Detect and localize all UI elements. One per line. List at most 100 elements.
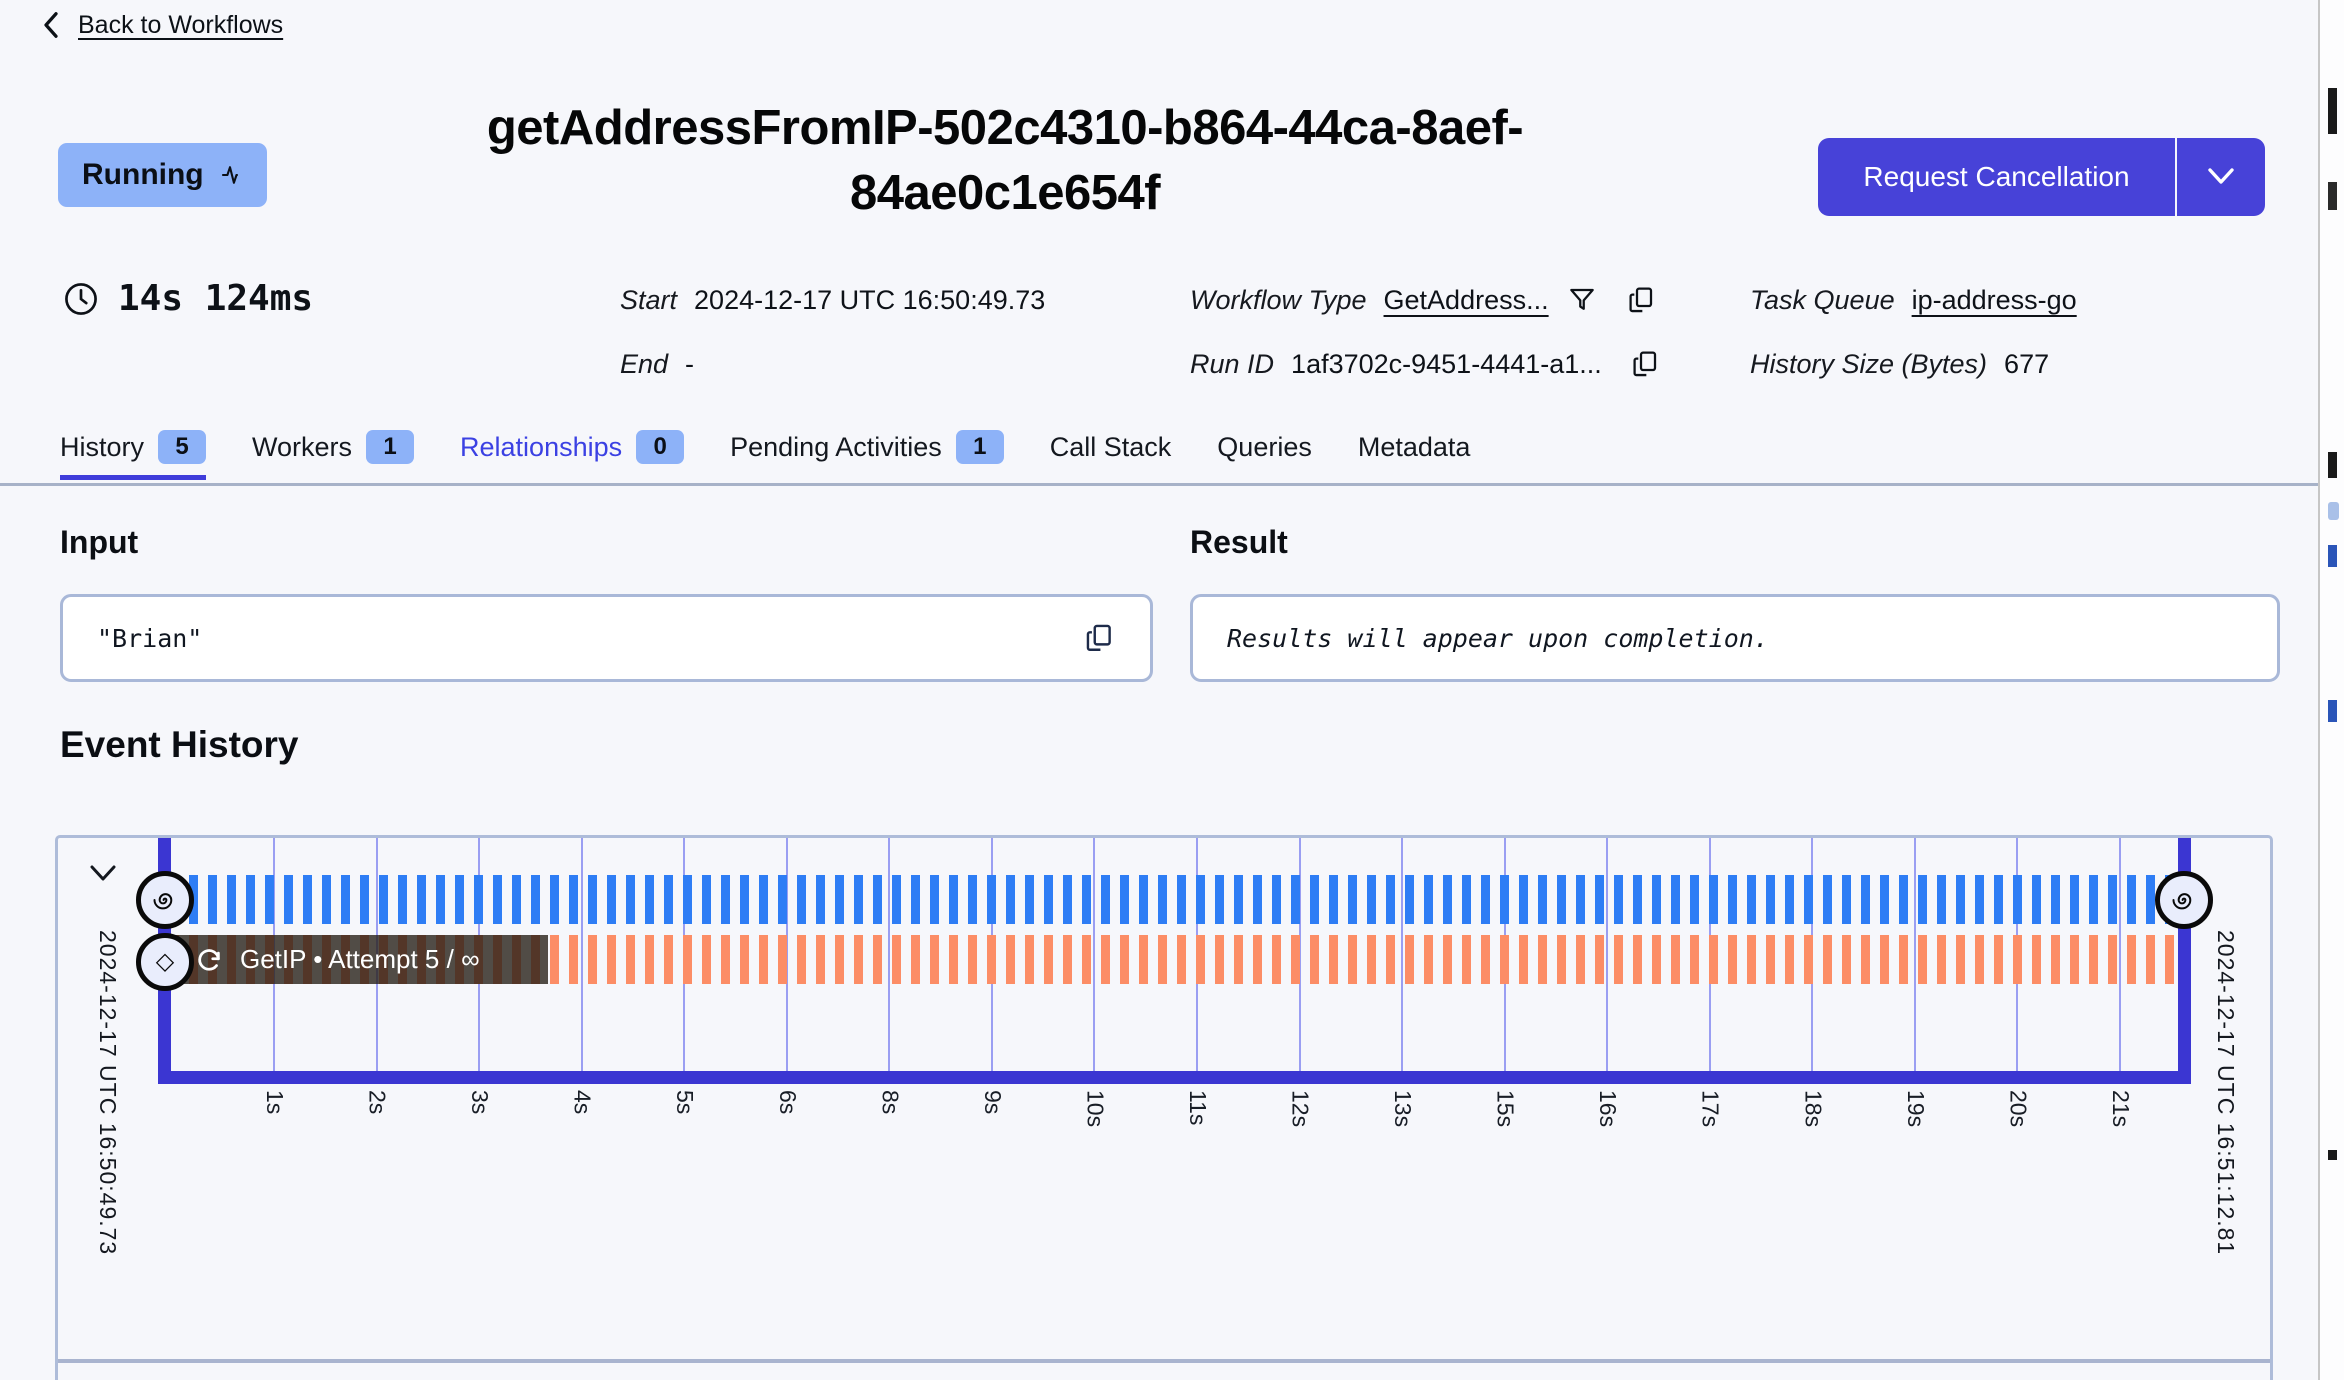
activity-label-text: GetIP • Attempt 5 / ∞: [240, 944, 480, 974]
input-value: "Brian": [97, 623, 203, 653]
axis-tick-label: 13s: [1390, 1090, 1417, 1128]
diamond-icon: ◇: [155, 948, 175, 975]
tab-count-badge: 0: [636, 430, 685, 464]
back-to-workflows-link[interactable]: Back to Workflows: [38, 10, 283, 40]
chevron-down-icon: [2204, 166, 2238, 188]
workflow-end-node[interactable]: [2155, 871, 2213, 929]
timeline-start-timestamp: 2024-12-17 UTC 16:50:49.73: [95, 930, 121, 1256]
task-queue-link[interactable]: ip-address-go: [1912, 285, 2077, 316]
axis-tick-label: 6s: [774, 1090, 801, 1115]
copy-icon[interactable]: [1082, 620, 1116, 656]
clipped-content-fragment: [2328, 182, 2337, 210]
run-id-row: Run ID 1af3702c-9451-4441-a1...: [1190, 342, 1661, 386]
chevron-down-icon[interactable]: [84, 860, 122, 888]
event-history-timeline: 1s 2s 3s 4s 5s 6s 8s 9s 10s 11s 12s 13s 15s 16s 17s 18s…: [55, 835, 2273, 1380]
workflow-type-row: Workflow Type GetAddress...: [1190, 278, 1657, 322]
axis-tick-label: 18s: [1800, 1090, 1827, 1128]
page-title: getAddressFromIP-502c4310-b864-44ca-8aef…: [335, 96, 1675, 226]
tab-pending-activities[interactable]: Pending Activities 1: [730, 430, 1004, 480]
clipped-content-fragment: [2328, 452, 2337, 478]
start-time-row: Start 2024-12-17 UTC 16:50:49.73: [620, 278, 1045, 322]
axis-tick-label: 16s: [1595, 1090, 1622, 1128]
workflow-start-node[interactable]: [136, 871, 194, 929]
axis-tick-label: 2s: [364, 1090, 391, 1115]
tab-metadata[interactable]: Metadata: [1358, 432, 1471, 479]
input-box: "Brian": [60, 594, 1153, 682]
axis-tick-label: 20s: [2005, 1090, 2032, 1128]
axis-tick-label: 15s: [1492, 1090, 1519, 1128]
copy-icon[interactable]: [1629, 347, 1661, 381]
tab-label: History: [60, 431, 145, 462]
back-link-label: Back to Workflows: [78, 10, 284, 39]
tab-relationships[interactable]: Relationships 0: [460, 430, 685, 480]
duration-value: 14s 124ms: [118, 278, 314, 319]
workflow-type-link[interactable]: GetAddress...: [1384, 285, 1549, 316]
heartbeat-icon: [217, 160, 243, 190]
filter-icon[interactable]: [1566, 283, 1598, 317]
chevron-left-icon: [38, 10, 64, 40]
tab-label: Relationships: [460, 431, 623, 462]
task-queue-label: Task Queue: [1750, 284, 1895, 315]
end-time-row: End -: [620, 342, 694, 386]
result-box: Results will appear upon completion.: [1190, 594, 2280, 682]
result-placeholder: Results will appear upon completion.: [1227, 623, 1769, 653]
run-id-value: 1af3702c-9451-4441-a1...: [1291, 348, 1602, 379]
axis-tick-label: 12s: [1287, 1090, 1314, 1128]
tab-count-badge: 1: [955, 430, 1004, 464]
tab-label: Queries: [1217, 431, 1312, 462]
result-heading: Result: [1190, 524, 1288, 560]
request-cancellation-label[interactable]: Request Cancellation: [1818, 138, 2175, 216]
tab-label: Workers: [252, 431, 353, 462]
history-size-label: History Size (Bytes): [1750, 348, 1988, 379]
axis-tick-label: 10s: [1082, 1090, 1109, 1128]
task-queue-row: Task Queue ip-address-go: [1750, 278, 2077, 322]
timeline-footer-separator: [58, 1359, 2270, 1363]
timeline-end-timestamp: 2024-12-17 UTC 16:51:12.81: [2213, 930, 2239, 1256]
activity-label-chip[interactable]: GetIP • Attempt 5 / ∞: [170, 935, 548, 984]
axis-tick-label: 17s: [1697, 1090, 1724, 1128]
axis-tick-label: 19s: [1902, 1090, 1929, 1128]
axis-tick-label: 8s: [877, 1090, 904, 1115]
retry-icon: [194, 945, 224, 975]
status-badge[interactable]: Running: [58, 143, 267, 207]
tab-call-stack[interactable]: Call Stack: [1050, 432, 1172, 479]
tab-history[interactable]: History 5: [60, 430, 207, 480]
tab-label: Call Stack: [1049, 431, 1172, 462]
event-history-heading: Event History: [60, 724, 299, 765]
tab-queries[interactable]: Queries: [1217, 432, 1312, 479]
workflow-detail-page: { "header": { "back_link": "Back to Work…: [0, 0, 2344, 1380]
axis-tick-label: 11s: [1184, 1090, 1211, 1126]
axis-tick-label: 1s: [262, 1090, 288, 1115]
workflow-execution-span[interactable]: [170, 875, 2178, 924]
duration-indicator: 14s 124ms: [62, 278, 313, 319]
axis-tick-label: 9s: [979, 1090, 1006, 1115]
workflow-id-line1: getAddressFromIP-502c4310-b864-44ca-8aef…: [486, 101, 1524, 155]
end-label: End: [620, 348, 669, 379]
status-badge-label: Running: [82, 158, 204, 191]
tab-label: Metadata: [1357, 431, 1471, 462]
input-heading: Input: [60, 524, 139, 560]
clipped-right-strip: [2318, 0, 2344, 1380]
activity-start-node[interactable]: ◇: [136, 933, 194, 991]
tab-separator: [0, 483, 2318, 486]
clock-icon: [62, 280, 100, 318]
tab-workers[interactable]: Workers 1: [252, 430, 415, 480]
axis-tick-label: 21s: [2107, 1090, 2134, 1128]
workflow-id-line2: 84ae0c1e654f: [849, 166, 1161, 221]
end-value: -: [685, 348, 695, 379]
workflow-type-label: Workflow Type: [1190, 284, 1367, 315]
tab-bar: History 5 Workers 1 Relationships 0 Pend…: [60, 430, 1470, 480]
copy-icon[interactable]: [1625, 283, 1657, 317]
start-value: 2024-12-17 UTC 16:50:49.73: [694, 284, 1046, 315]
cancel-options-dropdown[interactable]: [2177, 138, 2265, 216]
timeline-baseline-bar: [158, 1071, 2191, 1084]
axis-tick-label: 3s: [467, 1090, 494, 1115]
clipped-content-fragment: [2328, 545, 2337, 567]
tab-count-badge: 5: [158, 430, 207, 464]
clipped-content-fragment: [2328, 700, 2337, 722]
history-size-row: History Size (Bytes) 677: [1750, 342, 2049, 386]
clipped-content-fragment: [2328, 88, 2337, 134]
axis-tick-label: 5s: [672, 1090, 699, 1115]
request-cancellation-button[interactable]: Request Cancellation: [1818, 138, 2265, 216]
axis-tick-label: 4s: [569, 1090, 596, 1115]
